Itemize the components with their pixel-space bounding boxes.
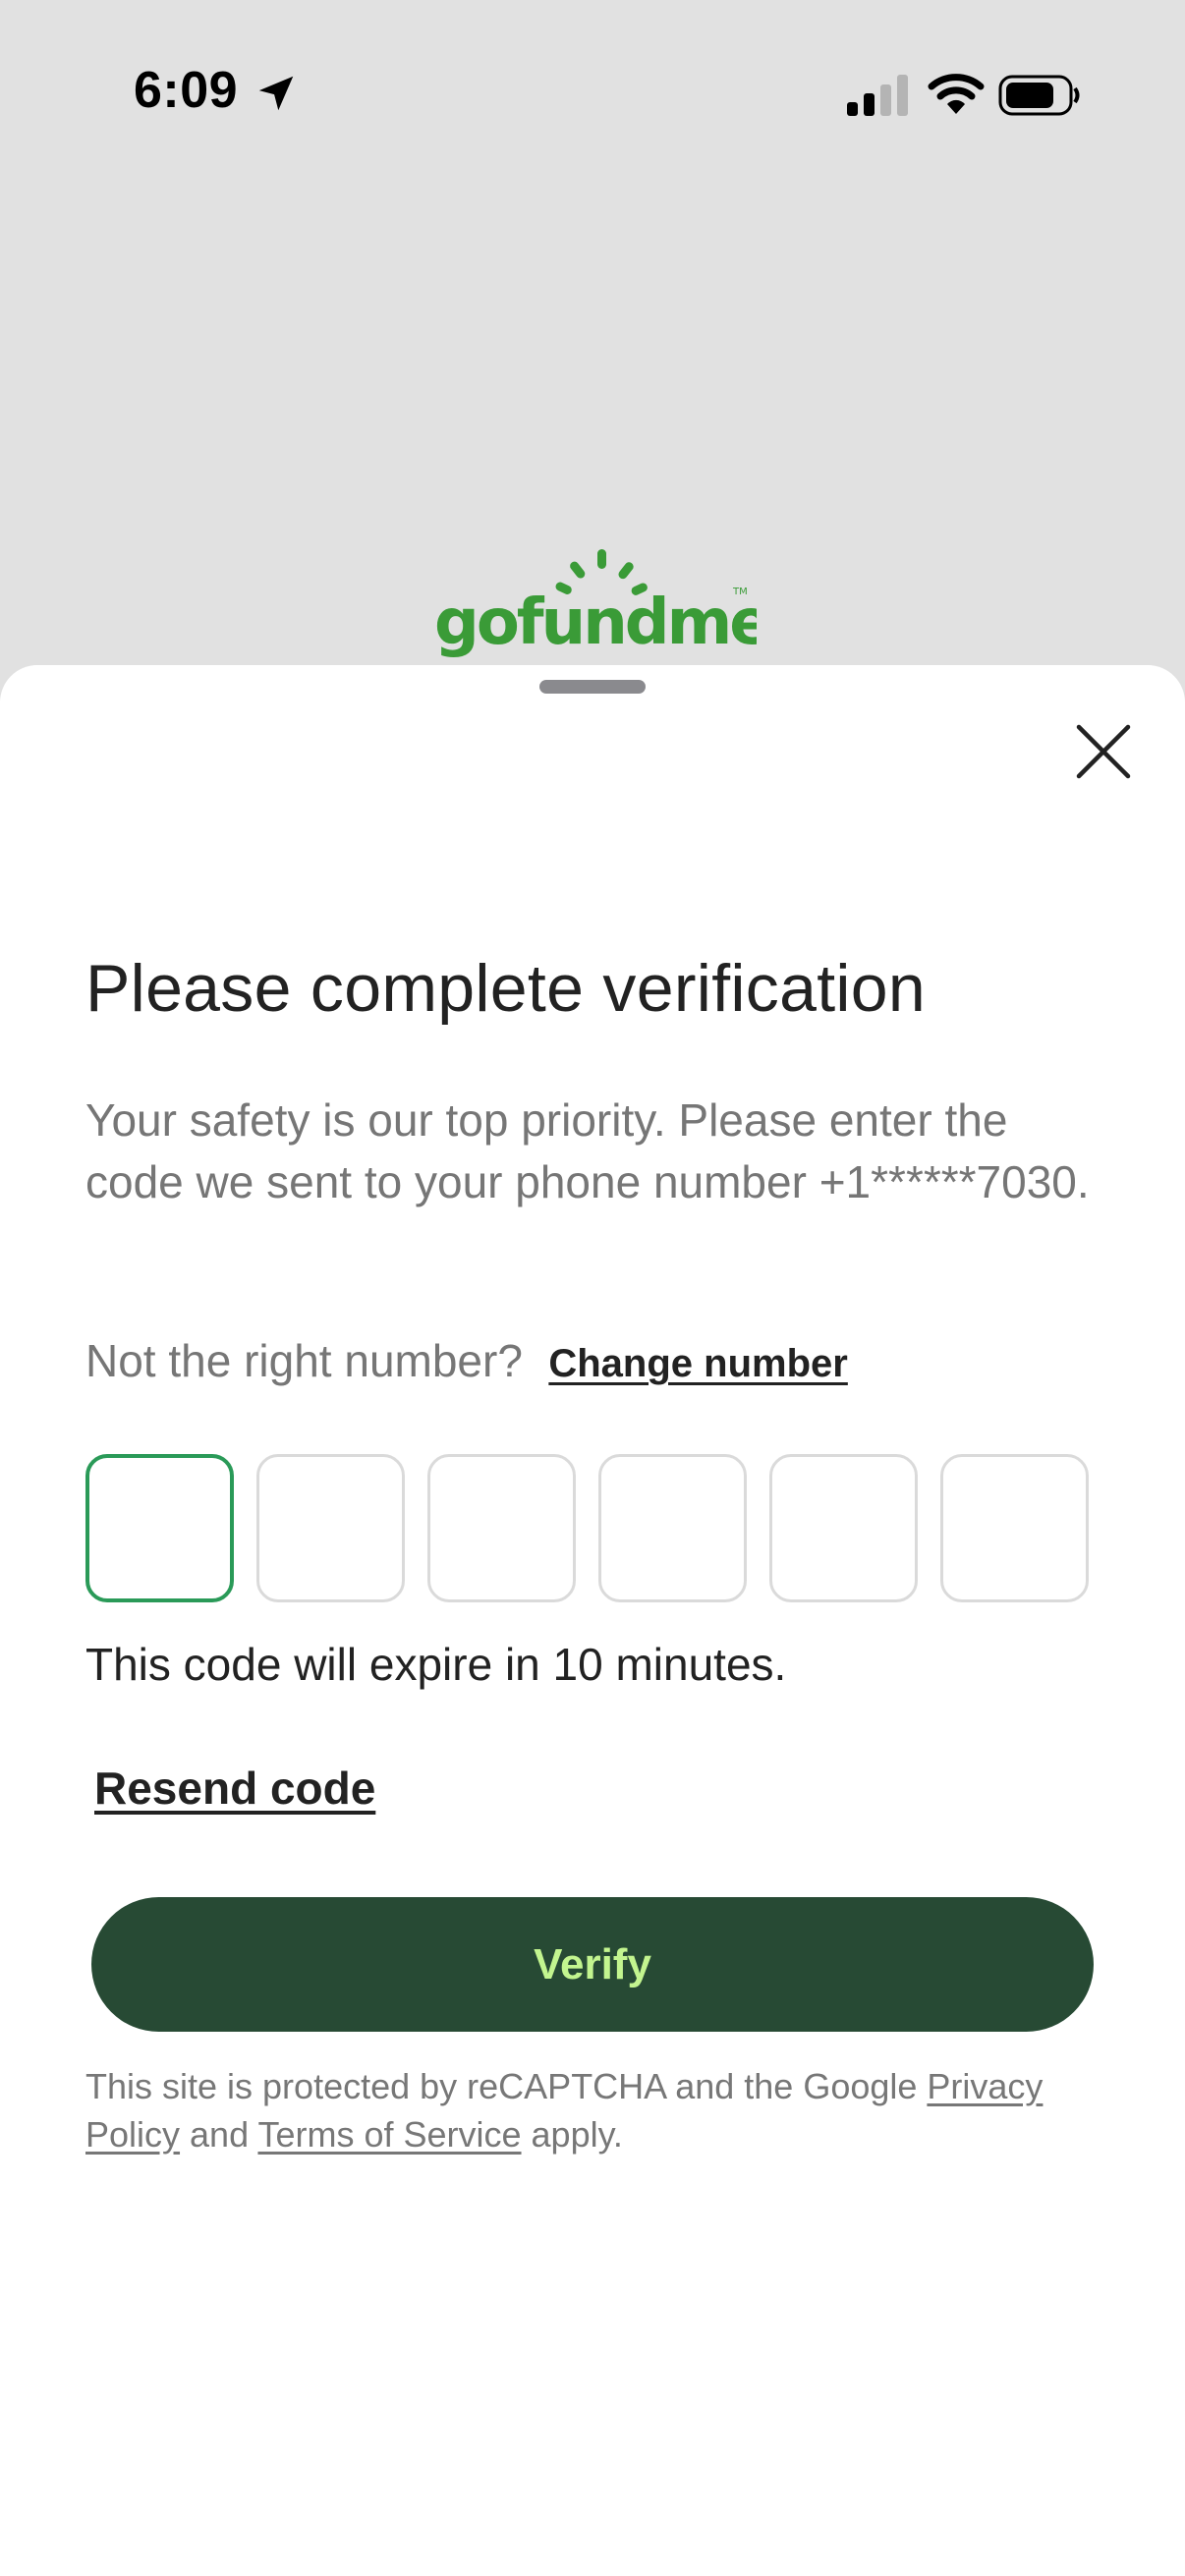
legal-and: and (180, 2114, 258, 2155)
code-digit-4[interactable] (598, 1454, 747, 1602)
svg-text:gofundme: gofundme (434, 587, 757, 658)
resend-code-link[interactable]: Resend code (94, 1762, 375, 1815)
gofundme-logo: gofundme TM (434, 549, 757, 658)
code-digit-2[interactable] (256, 1454, 405, 1602)
status-bar: 6:09 (0, 0, 1185, 196)
wrong-number-row: Not the right number? Change number (85, 1334, 848, 1393)
close-icon (1076, 724, 1131, 779)
close-button[interactable] (1069, 717, 1138, 786)
terms-of-service-link[interactable]: Terms of Service (257, 2114, 521, 2155)
status-time: 6:09 (134, 62, 239, 119)
change-number-link[interactable]: Change number (548, 1342, 847, 1386)
location-arrow-icon (258, 76, 294, 111)
cellular-signal-icon (847, 75, 908, 116)
verification-description: Your safety is our top priority. Please … (85, 1094, 1090, 1207)
wrong-number-text: Not the right number? (85, 1335, 523, 1386)
code-digit-6[interactable] (940, 1454, 1089, 1602)
code-digit-3[interactable] (427, 1454, 576, 1602)
battery-icon (998, 75, 1080, 116)
recaptcha-notice: This site is protected by reCAPTCHA and … (85, 2062, 1107, 2158)
legal-prefix: This site is protected by reCAPTCHA and … (85, 2066, 928, 2106)
code-expiry-text: This code will expire in 10 minutes. (85, 1639, 787, 1690)
verify-button[interactable]: Verify (91, 1897, 1094, 2032)
code-digit-5[interactable] (769, 1454, 918, 1602)
code-digit-1[interactable] (85, 1454, 234, 1602)
sheet-grabber[interactable] (539, 680, 646, 694)
svg-text:TM: TM (732, 587, 748, 597)
legal-suffix: apply. (521, 2114, 623, 2155)
page-title: Please complete verification (85, 951, 927, 1026)
otp-code-input (85, 1454, 1098, 1606)
wifi-icon (928, 74, 985, 114)
verification-sheet: Please complete verification Your safety… (0, 665, 1185, 2576)
